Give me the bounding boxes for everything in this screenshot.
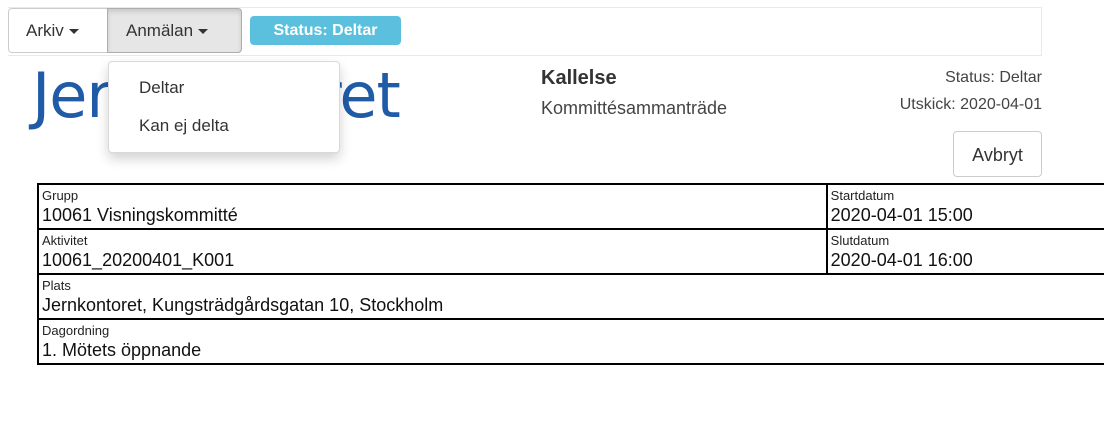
- grupp-cell: Grupp 10061 Visningskommitté: [37, 183, 828, 230]
- startdatum-label: Startdatum: [830, 188, 895, 203]
- utskick-date: Utskick: 2020-04-01: [899, 96, 1042, 113]
- slutdatum-label: Slutdatum: [830, 233, 890, 248]
- aktivitet-cell: Aktivitet 10061_20200401_K001: [37, 228, 828, 275]
- page-title: Kallelse: [541, 67, 617, 89]
- aktivitet-value: 10061_20200401_K001: [42, 250, 235, 270]
- details-table: Grupp 10061 Visningskommitté Startdatum …: [37, 183, 1104, 365]
- grupp-label: Grupp: [42, 188, 79, 203]
- anmalan-dropdown-menu: Deltar Kan ej delta: [108, 61, 340, 153]
- slutdatum-cell: Slutdatum 2020-04-01 16:00: [825, 228, 1104, 275]
- arkiv-menu-button[interactable]: Arkiv: [8, 8, 108, 53]
- status-text: Status: Deltar: [945, 69, 1042, 86]
- table-row: Dagordning 1. Mötets öppnande: [37, 318, 1104, 365]
- page-subtitle: Kommittésammanträde: [541, 98, 728, 118]
- grupp-value: 10061 Visningskommitté: [42, 205, 238, 225]
- menu-item-deltar[interactable]: Deltar: [109, 68, 339, 106]
- caret-down-icon: [198, 29, 209, 35]
- table-row: Aktivitet 10061_20200401_K001 Slutdatum …: [37, 228, 1104, 275]
- dagordning-cell: Dagordning 1. Mötets öppnande: [37, 318, 1104, 365]
- plats-value: Jernkontoret, Kungsträdgårdsgatan 10, St…: [42, 295, 444, 315]
- slutdatum-value: 2020-04-01 16:00: [830, 250, 973, 270]
- aktivitet-label: Aktivitet: [42, 233, 88, 248]
- plats-label: Plats: [42, 278, 71, 293]
- menu-item-kan-ej-delta[interactable]: Kan ej delta: [109, 106, 339, 144]
- startdatum-cell: Startdatum 2020-04-01 15:00: [825, 183, 1104, 230]
- anmalan-label: Anmälan: [126, 21, 194, 40]
- status-badge: Status: Deltar: [250, 16, 401, 45]
- dagordning-label: Dagordning: [42, 323, 110, 338]
- anmalan-menu-button[interactable]: Anmälan: [107, 8, 242, 53]
- startdatum-value: 2020-04-01 15:00: [830, 205, 973, 225]
- table-row: Plats Jernkontoret, Kungsträdgårdsgatan …: [37, 273, 1104, 320]
- cancel-button[interactable]: Avbryt: [953, 131, 1042, 177]
- plats-cell: Plats Jernkontoret, Kungsträdgårdsgatan …: [37, 273, 1104, 320]
- table-row: Grupp 10061 Visningskommitté Startdatum …: [37, 183, 1104, 230]
- arkiv-label: Arkiv: [26, 21, 64, 40]
- dagordning-value: 1. Mötets öppnande: [42, 340, 202, 360]
- caret-down-icon: [68, 29, 79, 35]
